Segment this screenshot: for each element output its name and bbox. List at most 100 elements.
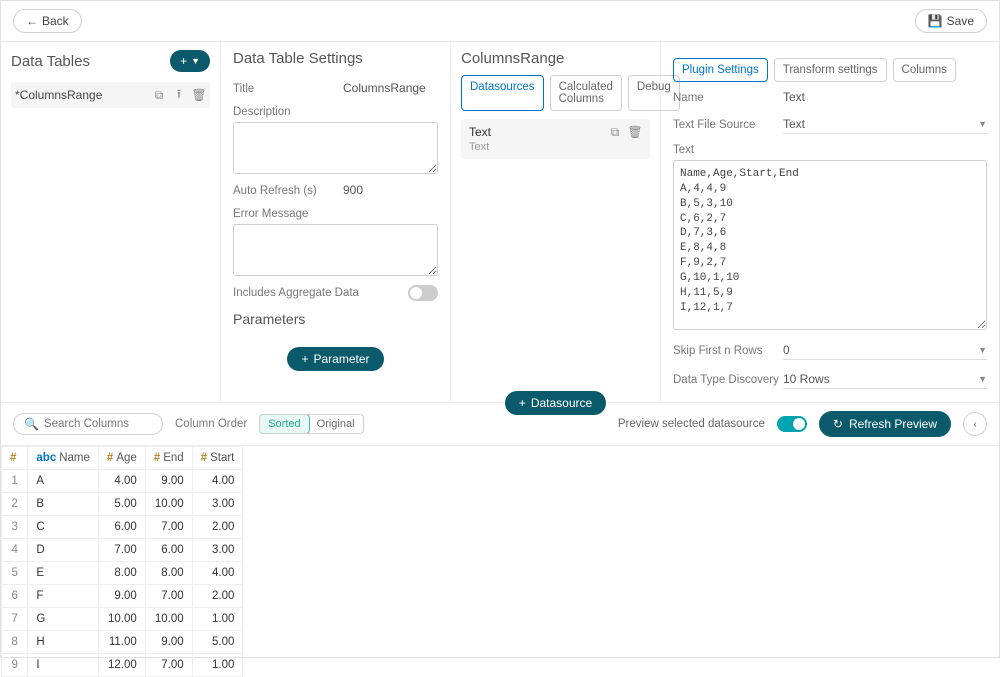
row-index: 6 bbox=[2, 585, 28, 608]
grid-header-name[interactable]: abcName bbox=[28, 447, 99, 470]
datasource-panel-title: ColumnsRange bbox=[461, 50, 650, 67]
cell-start: 1.00 bbox=[192, 654, 243, 677]
decimal-dropdown[interactable]: Period (.) ▼ bbox=[783, 399, 987, 402]
auto-refresh-input[interactable] bbox=[343, 183, 438, 198]
back-label: Back bbox=[42, 14, 69, 28]
grid-header-index[interactable]: # bbox=[2, 447, 28, 470]
table-row[interactable]: 6F9.007.002.00 bbox=[2, 585, 243, 608]
tab-plugin-settings[interactable]: Plugin Settings bbox=[673, 58, 768, 82]
cell-name: D bbox=[28, 539, 99, 562]
cell-start: 1.00 bbox=[192, 608, 243, 631]
skip-rows-value: 0 bbox=[783, 343, 790, 357]
sorted-button[interactable]: Sorted bbox=[259, 414, 309, 434]
row-index: 3 bbox=[2, 516, 28, 539]
topbar: ← Back 💾 Save bbox=[1, 1, 999, 42]
table-row[interactable]: 3C6.007.002.00 bbox=[2, 516, 243, 539]
cell-start: 3.00 bbox=[192, 539, 243, 562]
original-button[interactable]: Original bbox=[309, 415, 363, 433]
cell-start: 4.00 bbox=[192, 562, 243, 585]
title-input[interactable] bbox=[343, 81, 438, 96]
name-label: Name bbox=[673, 92, 783, 104]
back-button[interactable]: ← Back bbox=[13, 9, 82, 33]
table-row[interactable]: 7G10.0010.001.00 bbox=[2, 608, 243, 631]
grid-header-start[interactable]: #Start bbox=[192, 447, 243, 470]
add-datasource-button[interactable]: + Datasource bbox=[505, 391, 606, 415]
skip-rows-dropdown[interactable]: 0 ▼ bbox=[783, 341, 987, 360]
cell-name: C bbox=[28, 516, 99, 539]
table-row[interactable]: 2B5.0010.003.00 bbox=[2, 493, 243, 516]
error-message-textarea[interactable] bbox=[233, 224, 438, 276]
plus-icon: + bbox=[519, 396, 526, 410]
add-parameter-button[interactable]: + Parameter bbox=[287, 347, 383, 371]
skip-rows-label: Skip First n Rows bbox=[673, 345, 783, 357]
cell-end: 9.00 bbox=[145, 631, 192, 654]
table-row[interactable]: 5E8.008.004.00 bbox=[2, 562, 243, 585]
search-columns-box[interactable]: 🔍 bbox=[13, 413, 163, 435]
row-index: 5 bbox=[2, 562, 28, 585]
row-index: 8 bbox=[2, 631, 28, 654]
cell-age: 12.00 bbox=[98, 654, 145, 677]
cell-start: 5.00 bbox=[192, 631, 243, 654]
collapse-button[interactable]: ‹ bbox=[963, 412, 987, 436]
trash-icon[interactable]: 🗑 bbox=[628, 125, 642, 139]
decimal-value: Period (.) bbox=[783, 401, 832, 402]
data-table-settings-panel: Data Table Settings Title Description Au… bbox=[221, 42, 451, 402]
description-label: Description bbox=[233, 106, 343, 118]
row-index: 4 bbox=[2, 539, 28, 562]
cell-name: E bbox=[28, 562, 99, 585]
cell-end: 9.00 bbox=[145, 470, 192, 493]
discovery-label: Data Type Discovery bbox=[673, 374, 783, 386]
datasource-item-type: Text bbox=[469, 141, 491, 153]
chevron-down-icon: ▼ bbox=[978, 374, 987, 384]
chevron-down-icon: ▼ bbox=[978, 119, 987, 129]
tab-columns[interactable]: Columns bbox=[893, 58, 956, 82]
aggregate-toggle[interactable] bbox=[408, 285, 438, 301]
text-file-source-dropdown[interactable]: Text ▼ bbox=[783, 115, 987, 134]
name-input[interactable] bbox=[783, 90, 987, 105]
description-textarea[interactable] bbox=[233, 122, 438, 174]
data-table-name: *ColumnsRange bbox=[15, 88, 102, 102]
cell-age: 11.00 bbox=[98, 631, 145, 654]
tab-transform-settings[interactable]: Transform settings bbox=[774, 58, 887, 82]
cell-name: G bbox=[28, 608, 99, 631]
save-button[interactable]: 💾 Save bbox=[915, 9, 987, 33]
search-icon: 🔍 bbox=[24, 417, 39, 431]
table-row[interactable]: 1A4.009.004.00 bbox=[2, 470, 243, 493]
copy-icon[interactable]: ⧉ bbox=[608, 125, 622, 139]
text-content-textarea[interactable] bbox=[673, 160, 987, 330]
trash-icon[interactable]: 🗑 bbox=[192, 88, 206, 102]
add-data-table-button[interactable]: + ▼ bbox=[170, 50, 210, 72]
table-row[interactable]: 4D7.006.003.00 bbox=[2, 539, 243, 562]
table-row[interactable]: 9I12.007.001.00 bbox=[2, 654, 243, 677]
cell-end: 7.00 bbox=[145, 516, 192, 539]
cell-end: 6.00 bbox=[145, 539, 192, 562]
cell-age: 8.00 bbox=[98, 562, 145, 585]
column-order-segmented: Sorted Original bbox=[259, 414, 363, 434]
refresh-preview-button[interactable]: ↻ Refresh Preview bbox=[819, 411, 951, 437]
table-row[interactable]: 8H11.009.005.00 bbox=[2, 631, 243, 654]
preview-toggle[interactable] bbox=[777, 416, 807, 432]
upload-icon[interactable]: ⭱ bbox=[172, 88, 186, 102]
datasource-item-title: Text bbox=[469, 125, 491, 139]
chevron-down-icon: ▼ bbox=[191, 56, 200, 66]
row-index: 9 bbox=[2, 654, 28, 677]
search-columns-input[interactable] bbox=[44, 418, 152, 430]
auto-refresh-label: Auto Refresh (s) bbox=[233, 185, 343, 197]
cell-start: 3.00 bbox=[192, 493, 243, 516]
data-table-list-item[interactable]: *ColumnsRange ⧉ ⭱ 🗑 bbox=[11, 82, 210, 108]
tab-datasources[interactable]: Datasources bbox=[461, 75, 544, 111]
cell-age: 10.00 bbox=[98, 608, 145, 631]
plus-icon: + bbox=[180, 54, 187, 68]
cell-age: 5.00 bbox=[98, 493, 145, 516]
datasource-list-item[interactable]: Text Text ⧉ 🗑 bbox=[461, 119, 650, 159]
copy-icon[interactable]: ⧉ bbox=[152, 88, 166, 102]
column-order-label: Column Order bbox=[175, 418, 247, 430]
grid-header-age[interactable]: #Age bbox=[98, 447, 145, 470]
preview-toggle-label: Preview selected datasource bbox=[618, 418, 765, 430]
row-index: 1 bbox=[2, 470, 28, 493]
grid-header-row: # abcName #Age #End #Start bbox=[2, 447, 243, 470]
preview-grid: # abcName #Age #End #Start 1A4.009.004.0… bbox=[1, 446, 243, 677]
discovery-dropdown[interactable]: 10 Rows ▼ bbox=[783, 370, 987, 389]
grid-header-end[interactable]: #End bbox=[145, 447, 192, 470]
tab-calculated-columns[interactable]: Calculated Columns bbox=[550, 75, 622, 111]
